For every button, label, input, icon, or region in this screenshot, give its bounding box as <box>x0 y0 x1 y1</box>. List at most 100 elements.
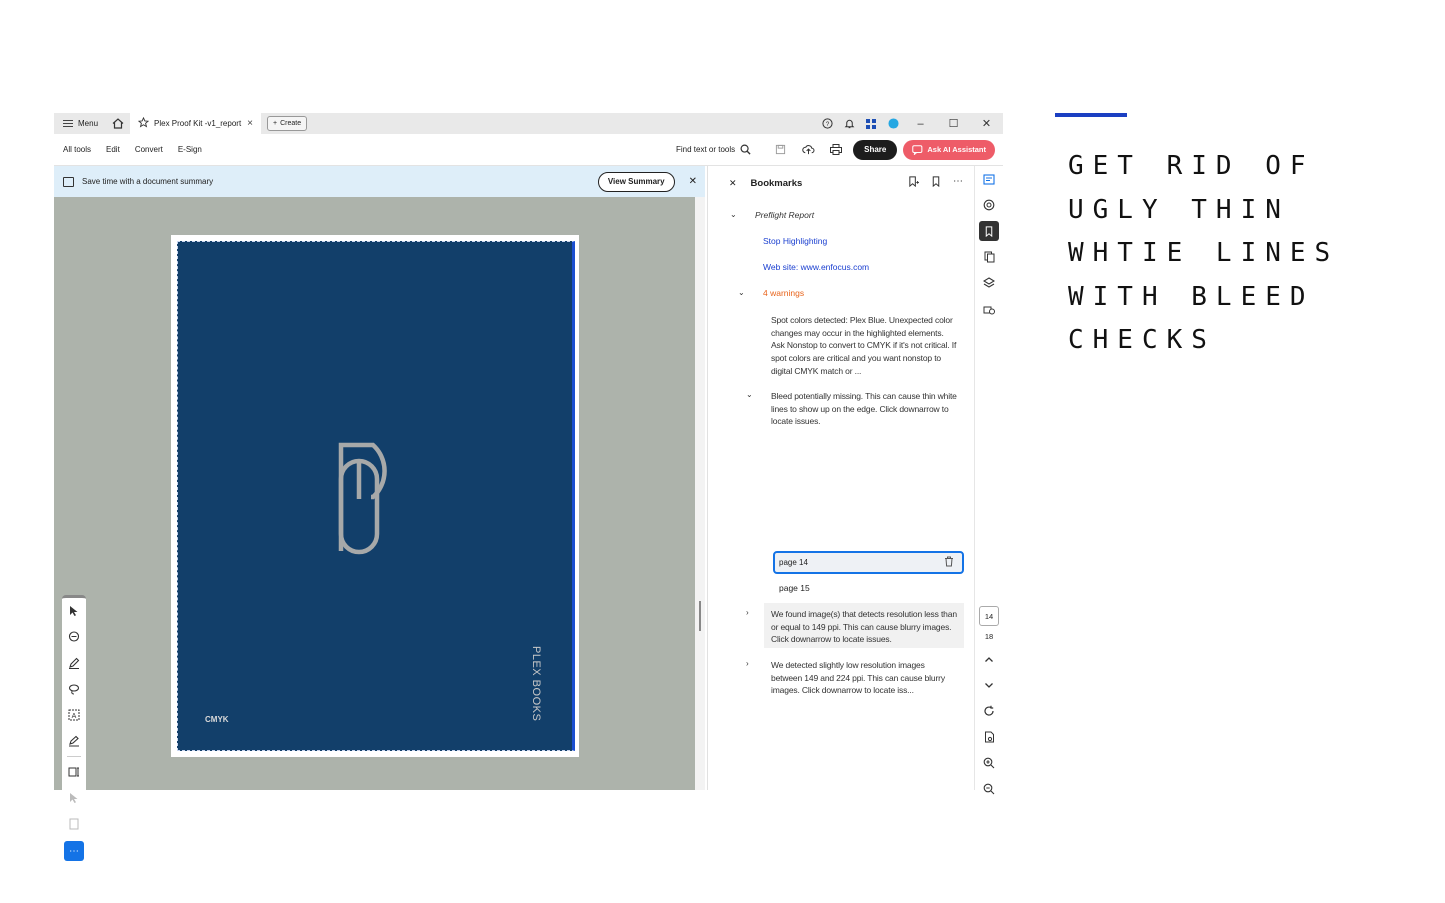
scrollbar-thumb[interactable] <box>699 601 701 631</box>
edit-text-icon[interactable] <box>62 759 86 785</box>
trash-icon[interactable] <box>944 556 954 569</box>
page-15-item[interactable]: page 15 <box>779 582 810 595</box>
chevron-down-icon[interactable]: ⌄ <box>730 210 737 219</box>
rotate-icon[interactable] <box>975 698 1003 724</box>
stop-highlighting-link[interactable]: Stop Highlighting <box>763 235 827 248</box>
bookmark-icon[interactable] <box>931 176 941 190</box>
headline-line: GET RID OF <box>1068 151 1315 181</box>
total-pages: 18 <box>984 632 994 641</box>
brand-vertical-label: PLEX BOOKS <box>530 646 542 722</box>
sign-icon[interactable] <box>62 728 86 754</box>
summary-banner: Save time with a document summary View S… <box>54 166 705 197</box>
ai-assistant-icon <box>912 144 923 155</box>
headline-line: WITH BLEED <box>1068 281 1315 312</box>
page-fit-icon[interactable] <box>975 724 1003 750</box>
ai-summary-icon[interactable] <box>975 166 1003 192</box>
rail-spacer <box>975 322 1003 606</box>
highlight-pen-icon[interactable] <box>62 650 86 676</box>
add-bookmark-icon[interactable] <box>908 176 919 190</box>
chevron-down-icon[interactable]: ⌄ <box>738 288 745 297</box>
close-window-button[interactable]: ✕ <box>970 113 1003 134</box>
print-icon[interactable] <box>825 139 847 160</box>
close-tab-icon[interactable]: × <box>247 118 253 129</box>
convert-link[interactable]: Convert <box>135 145 163 154</box>
create-button[interactable]: + Create <box>267 116 308 131</box>
star-icon[interactable] <box>137 116 150 130</box>
esign-link[interactable]: E-Sign <box>178 145 202 154</box>
warning-bleed-missing[interactable]: Bleed potentially missing. This can caus… <box>771 390 957 428</box>
more-tools-button[interactable]: ⋯ <box>64 841 84 861</box>
plus-icon: + <box>273 120 278 127</box>
preflight-report-item[interactable]: Preflight Report <box>755 209 814 222</box>
document-tab[interactable]: Plex Proof Kit -v1_report… × <box>130 113 262 134</box>
draw-lasso-icon[interactable] <box>62 676 86 702</box>
summary-icon <box>63 176 74 187</box>
document-scrollbar[interactable] <box>695 197 705 790</box>
cmyk-label: CMYK <box>205 715 229 724</box>
document-disabled-icon <box>62 811 86 837</box>
security-icon[interactable] <box>975 296 1003 322</box>
headline-line: UGLY THIN <box>1068 194 1290 225</box>
bookmarks-panel-icon[interactable] <box>979 221 999 241</box>
zoom-in-icon[interactable] <box>975 750 1003 776</box>
share-button[interactable]: Share <box>853 139 898 160</box>
current-page-input[interactable]: 14 <box>979 606 999 626</box>
warning-low-resolution[interactable]: We found image(s) that detects resolutio… <box>771 608 957 646</box>
right-rail: 14 18 <box>974 166 1003 795</box>
chevron-down-icon[interactable] <box>975 672 1003 698</box>
chevron-right-icon[interactable]: › <box>746 659 749 668</box>
help-icon[interactable]: ? <box>816 113 838 134</box>
plex-logo-icon <box>338 442 387 555</box>
banner-text: Save time with a document summary <box>82 177 214 186</box>
headline: GET RID OF UGLY THIN WHTIE LINES WITH BL… <box>1068 145 1388 363</box>
upload-cloud-icon[interactable] <box>797 139 819 160</box>
zoom-out-icon[interactable] <box>975 776 1003 802</box>
bookmarks-header: ✕ Bookmarks ⋯ <box>708 166 974 200</box>
website-link[interactable]: Web site: www.enfocus.com <box>763 261 869 274</box>
ai-assistant-button[interactable]: Ask AI Assistant <box>903 139 995 160</box>
quick-tools-bar: A ⋯ <box>62 595 86 869</box>
maximize-button[interactable]: ☐ <box>937 113 970 134</box>
hamburger-icon <box>63 120 73 127</box>
warnings-count[interactable]: 4 warnings <box>763 287 804 300</box>
warning-slightly-low-resolution[interactable]: We detected slightly low resolution imag… <box>771 659 957 697</box>
headline-line: CHECKS <box>1068 325 1216 355</box>
close-banner-icon[interactable]: ✕ <box>689 176 697 187</box>
tools-bar: All tools Edit Convert E-Sign Find text … <box>54 134 1003 166</box>
all-tools-link[interactable]: All tools <box>63 145 91 154</box>
comments-icon[interactable] <box>975 192 1003 218</box>
chevron-right-icon[interactable]: › <box>746 608 749 617</box>
pages-icon[interactable] <box>975 244 1003 270</box>
save-icon[interactable] <box>769 139 791 160</box>
edit-link[interactable]: Edit <box>106 145 120 154</box>
select-cursor-icon[interactable] <box>62 598 86 624</box>
close-panel-icon[interactable]: ✕ <box>729 178 737 189</box>
warning-spot-colors[interactable]: Spot colors detected: Plex Blue. Unexpec… <box>771 314 957 378</box>
find-tools-search[interactable]: Find text or tools <box>676 144 751 155</box>
view-summary-button[interactable]: View Summary <box>597 171 675 192</box>
minimize-button[interactable]: – <box>904 113 937 134</box>
chevron-down-icon[interactable]: ⌄ <box>746 390 753 399</box>
accent-bar <box>1055 113 1127 117</box>
acrobat-window: Menu Plex Proof Kit -v1_report… × + Crea… <box>54 113 1003 869</box>
book-cover: PLEX BOOKS CMYK <box>177 241 575 751</box>
menu-label: Menu <box>78 119 99 128</box>
toolbar-divider <box>67 756 81 757</box>
create-label: Create <box>280 120 302 127</box>
layers-icon[interactable] <box>975 270 1003 296</box>
text-box-icon[interactable]: A <box>62 702 86 728</box>
panel-more-icon[interactable]: ⋯ <box>953 176 963 190</box>
chevron-up-icon[interactable] <box>975 646 1003 672</box>
page-14-item[interactable]: page 14 <box>773 551 964 574</box>
bookmarks-title: Bookmarks <box>750 177 803 189</box>
comment-icon[interactable] <box>62 624 86 650</box>
page-14-label: page 14 <box>779 558 808 567</box>
bell-icon[interactable] <box>838 113 860 134</box>
menu-button[interactable]: Menu <box>54 113 107 134</box>
document-viewport[interactable]: PLEX BOOKS CMYK A ⋯ <box>54 197 695 869</box>
avatar[interactable] <box>882 113 904 134</box>
apps-grid-icon[interactable] <box>860 113 882 134</box>
home-icon[interactable] <box>111 113 124 134</box>
ai-assistant-label: Ask AI Assistant <box>927 145 986 154</box>
title-bar: Menu Plex Proof Kit -v1_report… × + Crea… <box>54 113 1003 134</box>
